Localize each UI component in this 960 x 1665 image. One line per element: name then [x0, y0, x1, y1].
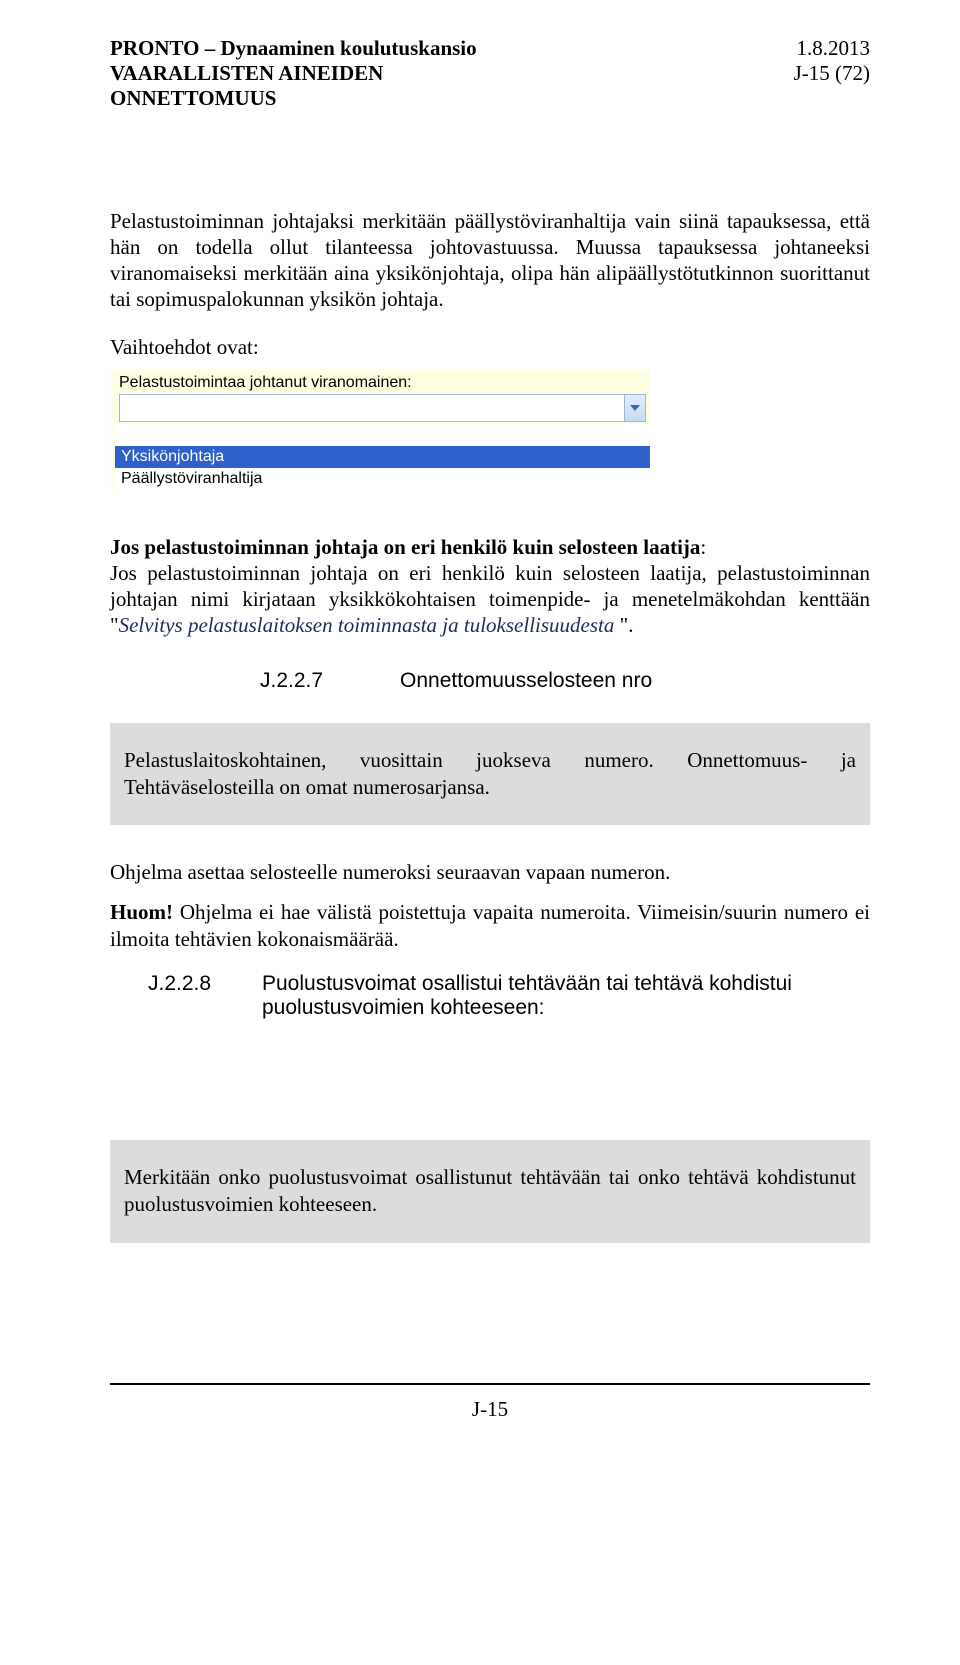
gray-box-1: Pelastuslaitoskohtainen, vuosittain juok…	[110, 723, 870, 826]
header-title-1: PRONTO – Dynaaminen koulutuskansio	[110, 36, 477, 61]
section-2-title: Puolustusvoimat osallistui tehtävään tai…	[262, 972, 870, 1020]
dropdown-option-2[interactable]: Päällystöviranhaltija	[115, 468, 650, 490]
dropdown-field[interactable]	[119, 394, 646, 422]
page-header: PRONTO – Dynaaminen koulutuskansio VAARA…	[110, 36, 870, 112]
header-right: 1.8.2013 J-15 (72)	[794, 36, 870, 112]
paragraph-1: Pelastustoiminnan johtajaksi merkitään p…	[110, 208, 870, 313]
chevron-down-icon	[630, 405, 640, 411]
dropdown-caption: Pelastustoimintaa johtanut viranomainen:	[115, 374, 650, 394]
options-label: Vaihtoehdot ovat:	[110, 335, 870, 360]
p3-colon: :	[700, 535, 706, 559]
p3-end: ".	[614, 613, 633, 637]
paragraph-4: Ohjelma asettaa selosteelle numeroksi se…	[110, 859, 870, 885]
paragraph-3: Jos pelastustoiminnan johtaja on eri hen…	[110, 534, 870, 639]
dropdown-option-selected[interactable]: Yksikönjohtaja	[115, 446, 650, 468]
paragraph-5: Huom! Ohjelma ei hae välistä poistettuja…	[110, 899, 870, 952]
spacer	[110, 1052, 870, 1140]
spacer-2	[110, 1277, 870, 1349]
header-title-3: ONNETTOMUUS	[110, 86, 477, 111]
dropdown-blank-option[interactable]	[115, 424, 650, 446]
p5-rest: Ohjelma ei hae välistä poistettuja vapai…	[110, 900, 870, 950]
section-heading-2: J.2.2.8 Puolustusvoimat osallistui tehtä…	[148, 972, 870, 1020]
footer-rule	[110, 1383, 870, 1385]
section-1-title: Onnettomuusselosteen nro	[400, 669, 652, 693]
p5-lead: Huom!	[110, 900, 173, 924]
footer-page-number: J-15	[110, 1397, 870, 1422]
header-pagecode: J-15 (72)	[794, 61, 870, 86]
dropdown-button[interactable]	[624, 394, 646, 422]
p3-bold: Jos pelastustoiminnan johtaja on eri hen…	[110, 535, 700, 559]
section-2-number: J.2.2.8	[148, 972, 262, 1020]
dropdown-mock: Pelastustoimintaa johtanut viranomainen:…	[110, 370, 650, 490]
header-title-2: VAARALLISTEN AINEIDEN	[110, 61, 477, 86]
dropdown-list: Yksikönjohtaja Päällystöviranhaltija	[115, 424, 650, 490]
section-heading-1: J.2.2.7 Onnettomuusselosteen nro	[260, 669, 870, 693]
gray-box-2: Merkitään onko puolustusvoimat osallistu…	[110, 1140, 870, 1243]
section-1-number: J.2.2.7	[260, 669, 400, 693]
dropdown-input[interactable]	[119, 394, 624, 422]
p3-italic: Selvitys pelastuslaitoksen toiminnasta j…	[119, 613, 615, 637]
page: PRONTO – Dynaaminen koulutuskansio VAARA…	[0, 0, 960, 1452]
header-date: 1.8.2013	[794, 36, 870, 61]
header-left: PRONTO – Dynaaminen koulutuskansio VAARA…	[110, 36, 477, 112]
